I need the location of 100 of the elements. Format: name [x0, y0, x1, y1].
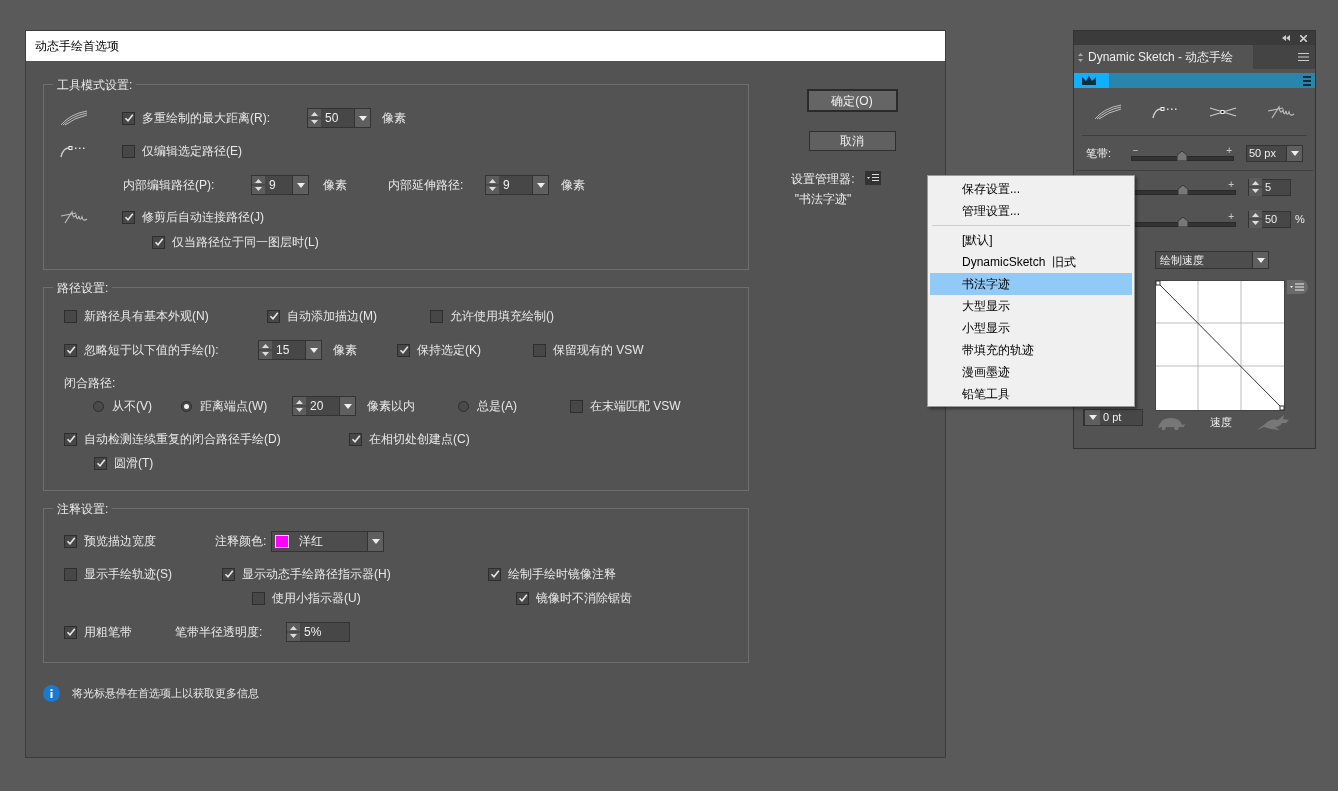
caret-icon [343, 403, 352, 409]
checkbox[interactable] [533, 343, 546, 357]
checkbox[interactable] [94, 456, 107, 470]
dropdown-button[interactable] [305, 341, 321, 359]
stepper-icon[interactable] [486, 176, 499, 194]
slider-thumb[interactable] [1178, 184, 1188, 195]
checkbox[interactable] [349, 432, 362, 446]
dropdown-button[interactable] [292, 176, 308, 194]
color-dropdown[interactable]: 洋红 [271, 530, 384, 552]
caret-icon [358, 115, 367, 121]
curve-dots-icon [60, 144, 88, 158]
caret-icon [296, 182, 305, 188]
checkbox[interactable] [222, 567, 235, 581]
checkbox[interactable] [122, 111, 135, 125]
radio-button[interactable] [93, 400, 104, 412]
checkbox[interactable] [64, 309, 77, 323]
checkbox[interactable] [397, 343, 410, 357]
ok-button[interactable]: 确定(O) [806, 89, 898, 112]
checkbox[interactable] [570, 399, 583, 413]
panel-tab[interactable]: Dynamic Sketch - 动态手绘 [1074, 45, 1253, 69]
number-field[interactable]: 50 [1248, 210, 1291, 228]
checkbox[interactable] [64, 432, 77, 446]
checkbox[interactable] [488, 567, 501, 581]
menu-item[interactable]: DynamicSketch 旧式 [930, 251, 1132, 273]
checkbox[interactable] [516, 591, 529, 605]
radio-button[interactable] [458, 400, 469, 412]
window-title: 动态手绘首选项 [35, 38, 119, 55]
number-field[interactable]: 20 [292, 396, 356, 416]
dropdown-button[interactable] [1084, 410, 1100, 425]
number-field[interactable]: 9 [485, 175, 549, 195]
menu-item[interactable]: 铅笔工具 [930, 383, 1132, 405]
menu-item[interactable]: [默认] [930, 229, 1132, 251]
stepper-icon[interactable] [287, 623, 300, 641]
slider-thumb[interactable] [1177, 150, 1188, 161]
number-field[interactable]: 5% [286, 622, 350, 642]
number-field[interactable]: 9 [251, 175, 309, 195]
checkbox-label: 镜像时不消除锯齿 [536, 590, 632, 607]
checkbox-label: 在相切处创建点(C) [369, 431, 470, 448]
caret-icon [1088, 415, 1097, 420]
number-field[interactable]: 0 pt [1083, 409, 1143, 426]
checkbox[interactable] [64, 625, 77, 639]
stepper-icon[interactable] [293, 397, 306, 415]
slider-thumb[interactable] [1178, 216, 1188, 227]
plus-label: + [1226, 145, 1232, 156]
checkbox[interactable] [64, 567, 77, 581]
checkbox[interactable] [122, 210, 135, 224]
checkbox-label: 显示动态手绘路径指示器(H) [242, 566, 391, 583]
stepper-icon[interactable] [1249, 210, 1262, 228]
stepper-icon[interactable] [252, 176, 265, 194]
menu-icon[interactable] [1298, 53, 1309, 61]
number-field[interactable]: 15 [258, 340, 322, 360]
checkbox[interactable] [252, 591, 265, 605]
checkbox[interactable] [430, 309, 443, 323]
checkbox[interactable] [64, 534, 77, 548]
updown-arrows-icon [1078, 52, 1083, 62]
number-field[interactable]: 5 [1248, 178, 1291, 196]
collapse-icon[interactable] [1282, 35, 1290, 41]
menu-item[interactable]: 小型显示 [930, 317, 1132, 339]
caret-icon [309, 347, 318, 353]
plus-label: + [1228, 179, 1234, 190]
label: 像素 [323, 177, 348, 194]
checkbox-label: 新路径具有基本外观(N) [84, 308, 209, 325]
menu-icon[interactable] [864, 171, 881, 185]
checkbox[interactable] [267, 309, 280, 323]
dropdown-button[interactable] [532, 176, 548, 194]
dropdown-button[interactable] [1252, 252, 1268, 268]
radio-label: 总是(A) [477, 398, 517, 415]
curve-dots-icon [1151, 104, 1180, 119]
options-icon[interactable] [1287, 280, 1308, 294]
stepper-icon[interactable] [1249, 178, 1262, 196]
dropdown-button[interactable] [1286, 145, 1302, 161]
menu-item[interactable]: 书法字迹 [930, 273, 1132, 295]
menu-item[interactable]: 带填充的轨迹 [930, 339, 1132, 361]
minus-label: − [1132, 145, 1139, 156]
checkbox-label: 仅当路径位于同一图层时(L) [172, 234, 319, 251]
size-dropdown[interactable]: 50 px [1246, 144, 1303, 162]
radio-label: 距离端点(W) [200, 398, 268, 415]
menu-item[interactable]: 管理设置... [930, 200, 1132, 222]
menu-item[interactable]: 漫画墨迹 [930, 361, 1132, 383]
close-icon[interactable] [1300, 34, 1307, 42]
checkbox[interactable] [122, 144, 135, 158]
checkbox[interactable] [64, 343, 77, 357]
checkbox[interactable] [152, 235, 165, 249]
checkbox-label: 仅编辑选定路径(E) [142, 143, 242, 160]
dropdown-button[interactable] [339, 397, 355, 415]
menu-item[interactable]: 保存设置... [930, 178, 1132, 200]
caret-icon [1290, 150, 1299, 156]
checkbox-label: 允许使用填充绘制() [450, 308, 554, 325]
radio-button[interactable] [181, 400, 192, 412]
curve-dropdown[interactable]: 绘制速度 [1155, 251, 1269, 269]
number-field[interactable]: 50 [307, 108, 371, 128]
cancel-button[interactable]: 取消 [808, 131, 896, 151]
stepper-icon[interactable] [308, 109, 321, 127]
dropdown-button[interactable] [354, 109, 370, 127]
label: 像素以内 [367, 398, 415, 415]
menu-item[interactable]: 大型显示 [930, 295, 1132, 317]
dropdown-button[interactable] [367, 531, 383, 551]
label: 笔带半径透明度: [175, 624, 264, 641]
checkbox-label: 圆滑(T) [114, 455, 154, 472]
stepper-icon[interactable] [259, 341, 272, 359]
